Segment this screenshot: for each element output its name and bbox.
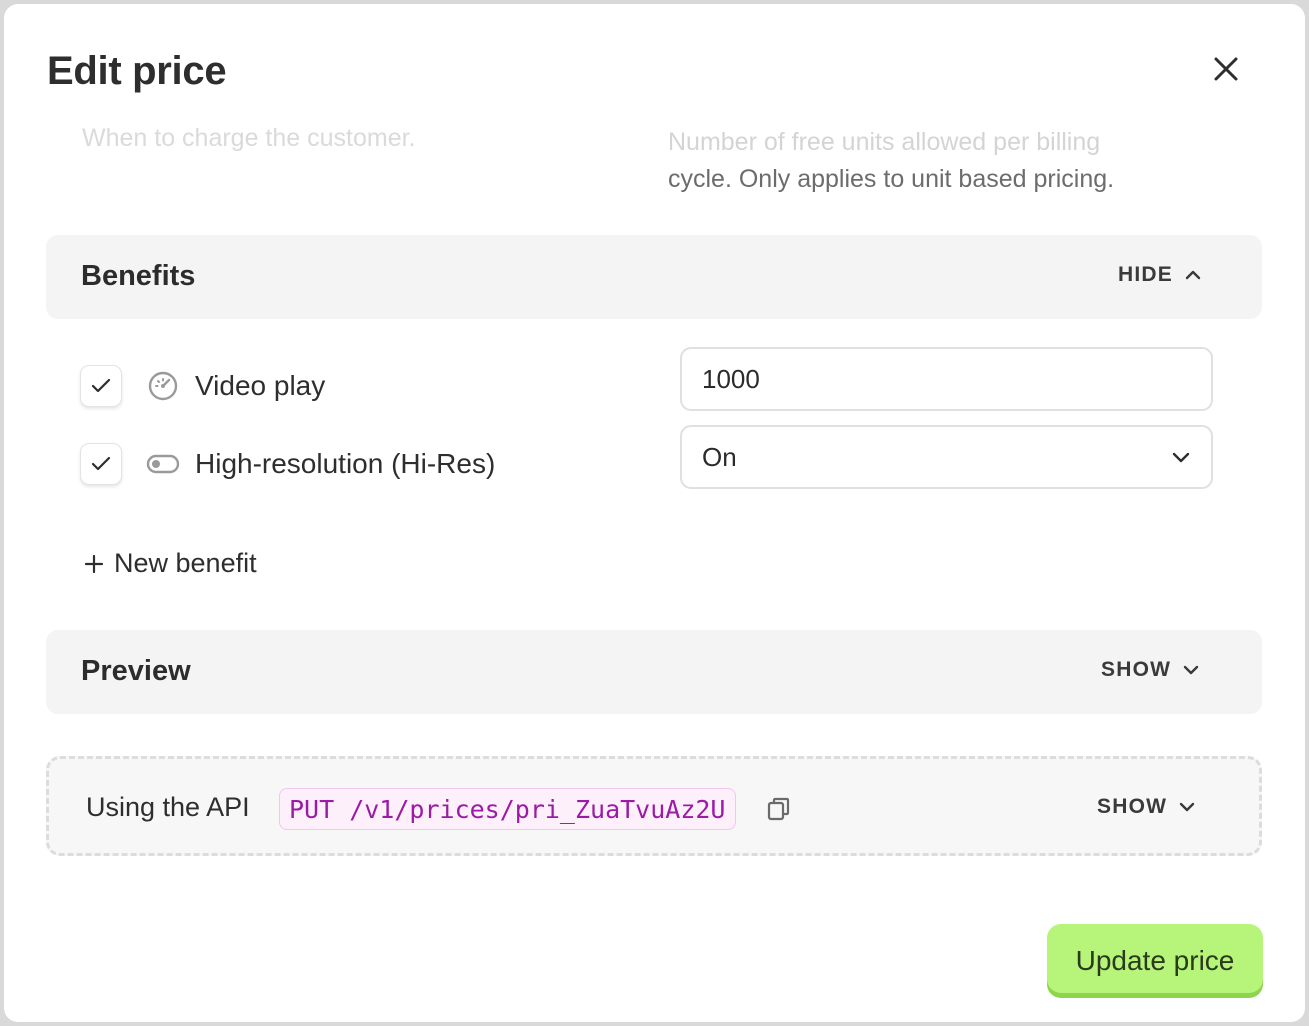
video-play-quantity-input[interactable]: [680, 347, 1213, 411]
benefit-row-hi-res: High-resolution (Hi-Res) On: [80, 425, 1220, 489]
copy-icon[interactable]: [765, 795, 793, 823]
benefits-header: Benefits HIDE: [46, 235, 1262, 319]
preview-header: Preview SHOW: [46, 630, 1262, 714]
hi-res-value-select[interactable]: On: [680, 425, 1213, 489]
chevron-down-icon: [1179, 802, 1195, 812]
benefits-hide-toggle[interactable]: HIDE: [1118, 263, 1201, 287]
preview-toggle-label: SHOW: [1101, 658, 1172, 681]
new-benefit-label: New benefit: [114, 548, 257, 578]
toggle-icon: [146, 454, 180, 474]
free-units-hint-line-1: Number of free units allowed per billing: [668, 128, 1101, 156]
billing-timing-hint: When to charge the customer.: [82, 124, 416, 152]
checkmark-icon: [91, 456, 111, 471]
chevron-down-icon: [1172, 452, 1190, 463]
preview-title: Preview: [81, 655, 191, 687]
benefit-label-hi-res: High-resolution (Hi-Res): [195, 448, 496, 479]
free-units-hint: Number of free units allowed per billing…: [668, 124, 1228, 198]
modal-title: Edit price: [47, 49, 227, 93]
checkmark-icon: [91, 378, 111, 393]
benefits-toggle-label: HIDE: [1118, 263, 1173, 286]
benefit-checkbox-video-play[interactable]: [80, 365, 122, 407]
api-toggle-label: SHOW: [1097, 795, 1168, 818]
close-button[interactable]: [1209, 52, 1243, 86]
benefit-label-video-play: Video play: [195, 370, 326, 401]
api-endpoint-code: PUT /v1/prices/pri_ZuaTvuAz2U: [279, 788, 736, 830]
hi-res-selected-value: On: [702, 441, 737, 472]
api-show-toggle[interactable]: SHOW: [1097, 795, 1195, 819]
chevron-down-icon: [1183, 665, 1199, 675]
update-price-button[interactable]: Update price: [1047, 924, 1263, 998]
plus-icon: [84, 554, 104, 573]
benefit-checkbox-hi-res[interactable]: [80, 443, 122, 485]
free-units-hint-line-2: cycle. Only applies to unit based pricin…: [668, 165, 1115, 193]
chevron-up-icon: [1185, 270, 1201, 280]
preview-show-toggle[interactable]: SHOW: [1101, 658, 1199, 682]
gauge-icon: [148, 371, 178, 401]
edit-price-modal: Edit price When to charge the customer. …: [4, 4, 1305, 1022]
close-icon: [1214, 57, 1238, 81]
api-label: Using the API: [86, 792, 250, 822]
benefits-title: Benefits: [81, 260, 196, 292]
benefit-row-video-play: Video play: [80, 347, 1220, 411]
api-usage-panel: Using the API PUT /v1/prices/pri_ZuaTvuA…: [46, 756, 1262, 856]
new-benefit-button[interactable]: New benefit: [84, 548, 257, 579]
